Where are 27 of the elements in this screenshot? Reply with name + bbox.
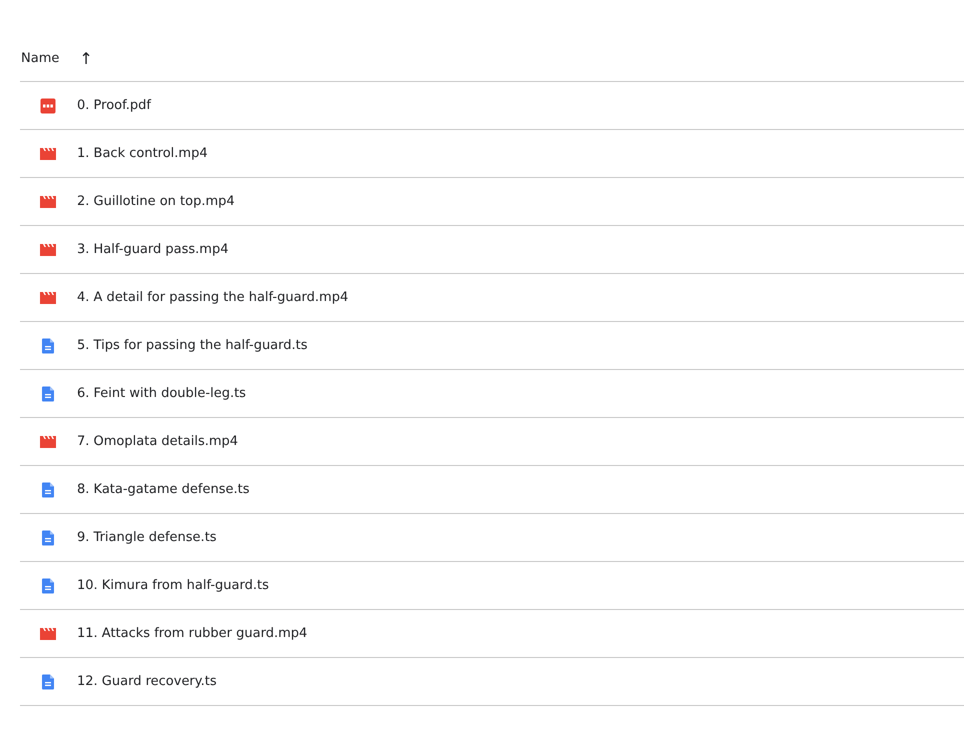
document-icon (40, 530, 56, 546)
clapperboard-icon (40, 242, 56, 258)
clapperboard-icon (40, 194, 56, 210)
file-name[interactable]: 10. Kimura from half-guard.ts (77, 578, 269, 593)
document-icon (40, 578, 56, 594)
clapperboard-icon (40, 290, 56, 306)
clapperboard-icon (40, 626, 56, 642)
file-name[interactable]: 3. Half-guard pass.mp4 (77, 242, 228, 257)
file-name[interactable]: 0. Proof.pdf (77, 98, 151, 113)
file-name[interactable]: 1. Back control.mp4 (77, 146, 208, 161)
clapperboard-icon (40, 146, 56, 162)
sort-button[interactable]: ↑ (79, 48, 93, 68)
file-name[interactable]: 8. Kata-gatame defense.ts (77, 482, 250, 497)
file-name[interactable]: 5. Tips for passing the half-guard.ts (77, 338, 308, 353)
file-name[interactable]: 2. Guillotine on top.mp4 (77, 194, 235, 209)
column-header[interactable]: Name (21, 50, 60, 66)
file-name[interactable]: 7. Omoplata details.mp4 (77, 434, 238, 449)
file-name[interactable]: 11. Attacks from rubber guard.mp4 (77, 626, 308, 641)
document-icon (40, 482, 56, 498)
file-name[interactable]: 9. Triangle defense.ts (77, 530, 217, 545)
file-name[interactable]: 6. Feint with double-leg.ts (77, 386, 246, 401)
file-name[interactable]: 12. Guard recovery.ts (77, 674, 217, 689)
document-icon (40, 386, 56, 402)
file-name[interactable]: 4. A detail for passing the half-guard.mp4 (77, 290, 348, 305)
document-icon (40, 674, 56, 690)
document-icon (40, 338, 56, 354)
clapperboard-icon (40, 434, 56, 450)
